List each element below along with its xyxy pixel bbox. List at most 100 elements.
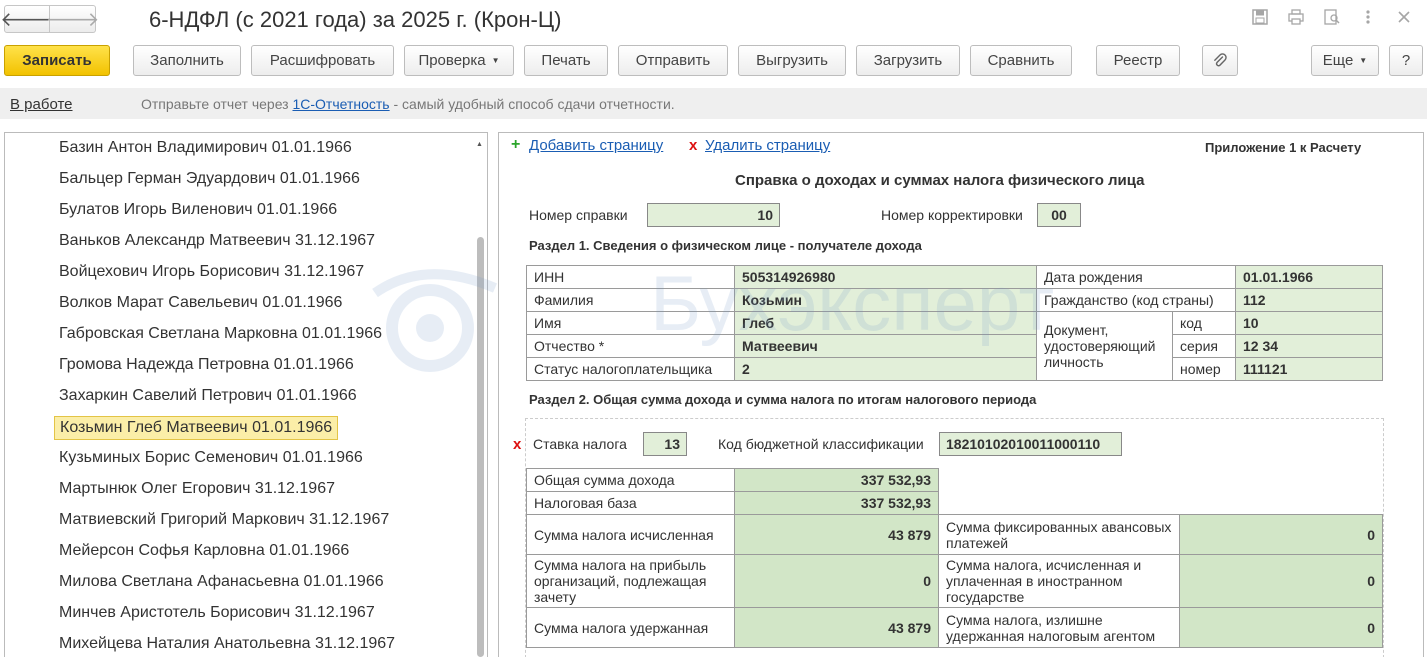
registry-button[interactable]: Реестр bbox=[1096, 45, 1180, 76]
print-icon[interactable] bbox=[1287, 8, 1305, 26]
section1-title: Раздел 1. Сведения о физическом лице - п… bbox=[529, 238, 922, 253]
doc-number-label: номер bbox=[1172, 357, 1236, 381]
paperclip-icon bbox=[1214, 52, 1227, 66]
foreign-tax-field[interactable]: 0 bbox=[1179, 554, 1383, 608]
import-button[interactable]: Загрузить bbox=[856, 45, 960, 76]
kbk-label: Код бюджетной классификации bbox=[718, 436, 924, 452]
employee-list-item[interactable]: Волков Марат Савельевич 01.01.1966 bbox=[54, 292, 347, 316]
total-income-field[interactable]: 337 532,93 bbox=[734, 468, 939, 492]
firstname-label: Имя bbox=[526, 311, 735, 335]
export-button[interactable]: Выгрузить bbox=[738, 45, 846, 76]
patronymic-label: Отчество * bbox=[526, 334, 735, 358]
inn-label: ИНН bbox=[526, 265, 735, 289]
print-button[interactable]: Печать bbox=[524, 45, 608, 76]
scroll-thumb[interactable] bbox=[477, 237, 484, 657]
employee-list-item[interactable]: Мейерсон Софья Карловна 01.01.1966 bbox=[54, 540, 354, 564]
form-heading: Справка о доходах и суммах налога физиче… bbox=[735, 172, 1145, 189]
rate-label: Ставка налога bbox=[533, 436, 627, 452]
profit-tax-label: Сумма налога на прибыль организаций, под… bbox=[526, 554, 735, 608]
employee-list: Базин Антон Владимирович 01.01.1966 Бальц… bbox=[4, 132, 488, 657]
attach-button[interactable] bbox=[1202, 45, 1238, 76]
taxpayer-status-label: Статус налогоплательщика bbox=[526, 357, 735, 381]
citizenship-field[interactable]: 112 bbox=[1235, 288, 1383, 312]
delete-page-link[interactable]: Удалить страницу bbox=[705, 137, 830, 154]
total-income-label: Общая сумма дохода bbox=[526, 468, 735, 492]
rate-field[interactable]: 13 bbox=[643, 432, 687, 456]
send-button[interactable]: Отправить bbox=[618, 45, 728, 76]
fill-button[interactable]: Заполнить bbox=[133, 45, 241, 76]
fixed-adv-field[interactable]: 0 bbox=[1179, 514, 1383, 555]
more-vertical-icon[interactable] bbox=[1359, 8, 1377, 26]
reporting-link[interactable]: 1С-Отчетность bbox=[292, 96, 389, 112]
doc-label: Документ, удостоверяющий личность bbox=[1036, 311, 1173, 381]
birth-field[interactable]: 01.01.1966 bbox=[1235, 265, 1383, 289]
dropdown-caret-icon: ▼ bbox=[491, 56, 500, 65]
correction-field[interactable]: 00 bbox=[1037, 203, 1081, 227]
employee-list-item[interactable]: Минчев Аристотель Борисович 31.12.1967 bbox=[54, 602, 380, 626]
title-bar: 🡐 🡒 6-НДФЛ (с 2021 года) за 2025 г. (Кро… bbox=[0, 0, 1427, 40]
employee-list-item[interactable]: Бальцер Герман Эдуардович 01.01.1966 bbox=[54, 168, 365, 192]
doc-code-field[interactable]: 10 bbox=[1235, 311, 1383, 335]
list-scrollbar[interactable]: ▲ bbox=[473, 133, 487, 657]
employee-list-item[interactable]: Мартынюк Олег Егорович 31.12.1967 bbox=[54, 478, 340, 502]
add-page-link[interactable]: Добавить страницу bbox=[529, 137, 663, 154]
employee-list-item[interactable]: Михейцева Наталия Анатольевна 31.12.1967 bbox=[54, 633, 400, 657]
error-marker-icon: x bbox=[513, 436, 522, 453]
tax-calc-label: Сумма налога исчисленная bbox=[526, 514, 735, 555]
over-withheld-field[interactable]: 0 bbox=[1179, 607, 1383, 648]
taxpayer-status-field[interactable]: 2 bbox=[734, 357, 1037, 381]
employee-list-item[interactable]: Громова Надежда Петровна 01.01.1966 bbox=[54, 354, 359, 378]
scroll-up-icon[interactable]: ▲ bbox=[476, 141, 483, 148]
cert-number-field[interactable]: 10 bbox=[647, 203, 780, 227]
employee-list-item[interactable]: Милова Светлана Афанасьевна 01.01.1966 bbox=[54, 571, 389, 595]
inn-field[interactable]: 505314926980 bbox=[734, 265, 1037, 289]
profit-tax-field[interactable]: 0 bbox=[734, 554, 939, 608]
report-form: + Добавить страницу x Удалить страницу П… bbox=[498, 132, 1424, 657]
tax-withheld-field[interactable]: 43 879 bbox=[734, 607, 939, 648]
arrow-right-icon: 🡒 bbox=[45, 8, 100, 31]
compare-button[interactable]: Сравнить bbox=[970, 45, 1072, 76]
save-icon[interactable] bbox=[1251, 8, 1269, 26]
help-button[interactable]: ? bbox=[1389, 45, 1423, 76]
window-title: 6-НДФЛ (с 2021 года) за 2025 г. (Крон-Ц) bbox=[149, 7, 562, 32]
add-icon: + bbox=[511, 136, 521, 153]
foreign-tax-label: Сумма налога, исчисленная и уплаченная в… bbox=[938, 554, 1180, 608]
tax-calc-field[interactable]: 43 879 bbox=[734, 514, 939, 555]
employee-list-item[interactable]: Ваньков Александр Матвеевич 31.12.1967 bbox=[54, 230, 380, 254]
doc-number-field[interactable]: 111121 bbox=[1235, 357, 1383, 381]
employee-list-item[interactable]: Захаркин Савелий Петрович 01.01.1966 bbox=[54, 385, 362, 409]
birth-label: Дата рождения bbox=[1036, 265, 1236, 289]
patronymic-field[interactable]: Матвеевич bbox=[734, 334, 1037, 358]
dropdown-caret-icon: ▼ bbox=[1359, 56, 1368, 65]
doc-series-field[interactable]: 12 34 bbox=[1235, 334, 1383, 358]
employee-list-item[interactable]: Войцехович Игорь Борисович 31.12.1967 bbox=[54, 261, 369, 285]
check-dropdown-button[interactable]: Проверка ▼ bbox=[404, 45, 514, 76]
employee-list-item[interactable]: Матвиевский Григорий Маркович 31.12.1967 bbox=[54, 509, 394, 533]
forward-button[interactable]: 🡒 bbox=[46, 5, 99, 33]
over-withheld-label: Сумма налога, излишне удержанная налогов… bbox=[938, 607, 1180, 648]
info-text-after: - самый удобный способ сдачи отчетности. bbox=[389, 96, 675, 112]
firstname-field[interactable]: Глеб bbox=[734, 311, 1037, 335]
tax-withheld-label: Сумма налога удержанная bbox=[526, 607, 735, 648]
window-actions bbox=[1251, 8, 1413, 26]
save-button[interactable]: Записать bbox=[4, 45, 110, 76]
doc-code-label: код bbox=[1172, 311, 1236, 335]
close-icon[interactable] bbox=[1395, 8, 1413, 26]
employee-list-item[interactable]: Базин Антон Владимирович 01.01.1966 bbox=[54, 137, 357, 161]
tax-base-label: Налоговая база bbox=[526, 491, 735, 515]
tax-base-field[interactable]: 337 532,93 bbox=[734, 491, 939, 515]
employee-list-item[interactable]: Булатов Игорь Виленович 01.01.1966 bbox=[54, 199, 342, 223]
doc-series-label: серия bbox=[1172, 334, 1236, 358]
lastname-label: Фамилия bbox=[526, 288, 735, 312]
employee-list-item[interactable]: Габровская Светлана Марковна 01.01.1966 bbox=[54, 323, 387, 347]
kbk-field[interactable]: 18210102010011000110 bbox=[939, 432, 1122, 456]
employee-list-item[interactable]: Кузьминых Борис Семенович 01.01.1966 bbox=[54, 447, 368, 471]
employee-list-item[interactable]: Козьмин Глеб Матвеевич 01.01.1966 bbox=[54, 416, 339, 440]
delete-icon: x bbox=[689, 137, 698, 154]
decode-button[interactable]: Расшифровать bbox=[251, 45, 394, 76]
lastname-field[interactable]: Козьмин bbox=[734, 288, 1037, 312]
more-dropdown-button[interactable]: Еще ▼ bbox=[1311, 45, 1379, 76]
back-button[interactable]: 🡐 bbox=[0, 5, 54, 33]
status-link[interactable]: В работе bbox=[10, 96, 73, 113]
search-icon[interactable] bbox=[1323, 8, 1341, 26]
